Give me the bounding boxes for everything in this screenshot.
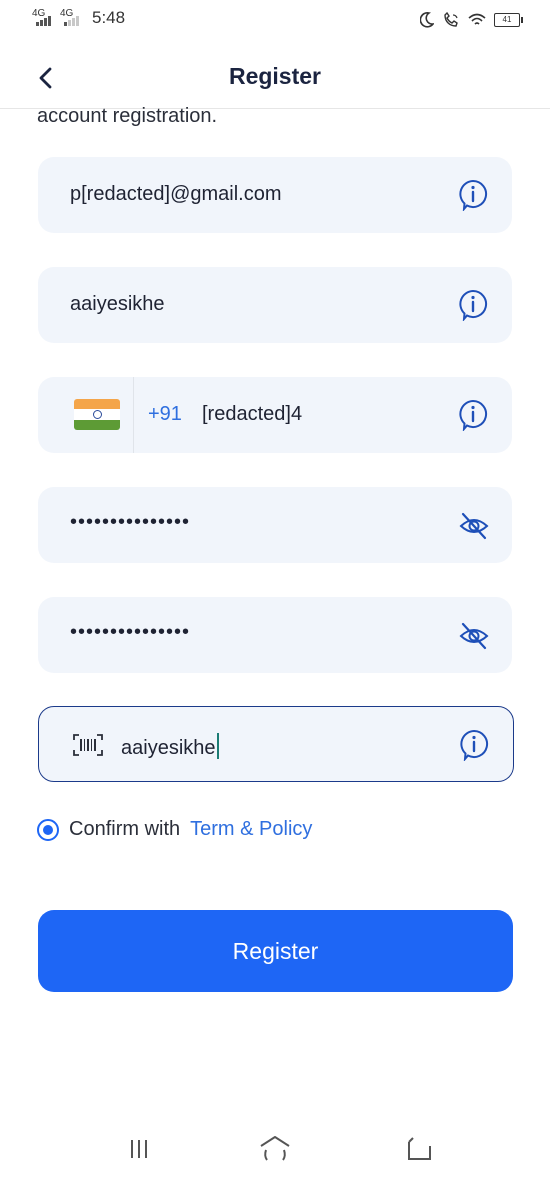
email-value: p[redacted]@gmail.com bbox=[70, 183, 282, 205]
info-icon[interactable] bbox=[459, 729, 489, 761]
info-icon[interactable] bbox=[458, 399, 488, 431]
terms-policy-link[interactable]: Term & Policy bbox=[190, 818, 312, 841]
subtitle: account registration. bbox=[37, 105, 218, 127]
battery-icon: 41 bbox=[494, 13, 523, 27]
info-icon[interactable] bbox=[458, 179, 488, 211]
referral-text: aaiyesikhe bbox=[121, 737, 216, 759]
phone-value: [redacted]4 bbox=[202, 403, 303, 425]
email-field[interactable]: p[redacted]@gmail.com bbox=[38, 157, 512, 233]
confirm-password-value: ••••••••••••••• bbox=[70, 621, 191, 643]
referral-code-field[interactable]: aaiyesikhe bbox=[38, 706, 514, 782]
password-value: ••••••••••••••• bbox=[70, 511, 191, 533]
confirm-password-field[interactable]: ••••••••••••••• bbox=[38, 597, 512, 673]
eye-off-icon[interactable] bbox=[458, 621, 490, 651]
password-field[interactable]: ••••••••••••••• bbox=[38, 487, 512, 563]
divider bbox=[133, 377, 134, 453]
wifi-call-icon bbox=[444, 12, 458, 27]
moon-icon bbox=[420, 12, 434, 28]
signal-icon-1: 4G bbox=[32, 8, 54, 28]
page-title: Register bbox=[228, 63, 322, 89]
username-value: aaiyesikhe bbox=[70, 293, 165, 315]
username-field[interactable]: aaiyesikhe bbox=[38, 267, 512, 343]
signal-icon-2: 4G bbox=[60, 8, 82, 28]
country-code: +91 bbox=[148, 403, 182, 425]
info-icon[interactable] bbox=[458, 289, 488, 321]
referral-value: aaiyesikhe bbox=[121, 733, 219, 760]
status-bar: 4G 4G 5:48 41 bbox=[0, 0, 550, 44]
wifi-icon bbox=[468, 13, 486, 25]
system-nav-bar bbox=[0, 1120, 550, 1179]
barcode-scan-icon[interactable] bbox=[73, 734, 103, 756]
text-cursor bbox=[216, 733, 219, 759]
menu-icon[interactable] bbox=[122, 1132, 156, 1166]
eye-off-icon[interactable] bbox=[458, 511, 490, 541]
status-right: 41 bbox=[420, 12, 523, 28]
status-left: 4G 4G 5:48 bbox=[32, 8, 125, 28]
header: Register bbox=[0, 50, 550, 109]
phone-field[interactable]: +91 [redacted]4 bbox=[38, 377, 512, 453]
consent-row: Confirm with Term & Policy bbox=[37, 818, 312, 841]
consent-text: Confirm with bbox=[69, 818, 181, 840]
register-button[interactable]: Register bbox=[38, 910, 513, 992]
back-nav-icon[interactable] bbox=[402, 1132, 436, 1166]
consent-radio[interactable] bbox=[37, 818, 59, 841]
home-icon[interactable] bbox=[258, 1132, 292, 1166]
india-flag-icon[interactable] bbox=[74, 399, 120, 430]
clock: 5:48 bbox=[92, 8, 126, 27]
